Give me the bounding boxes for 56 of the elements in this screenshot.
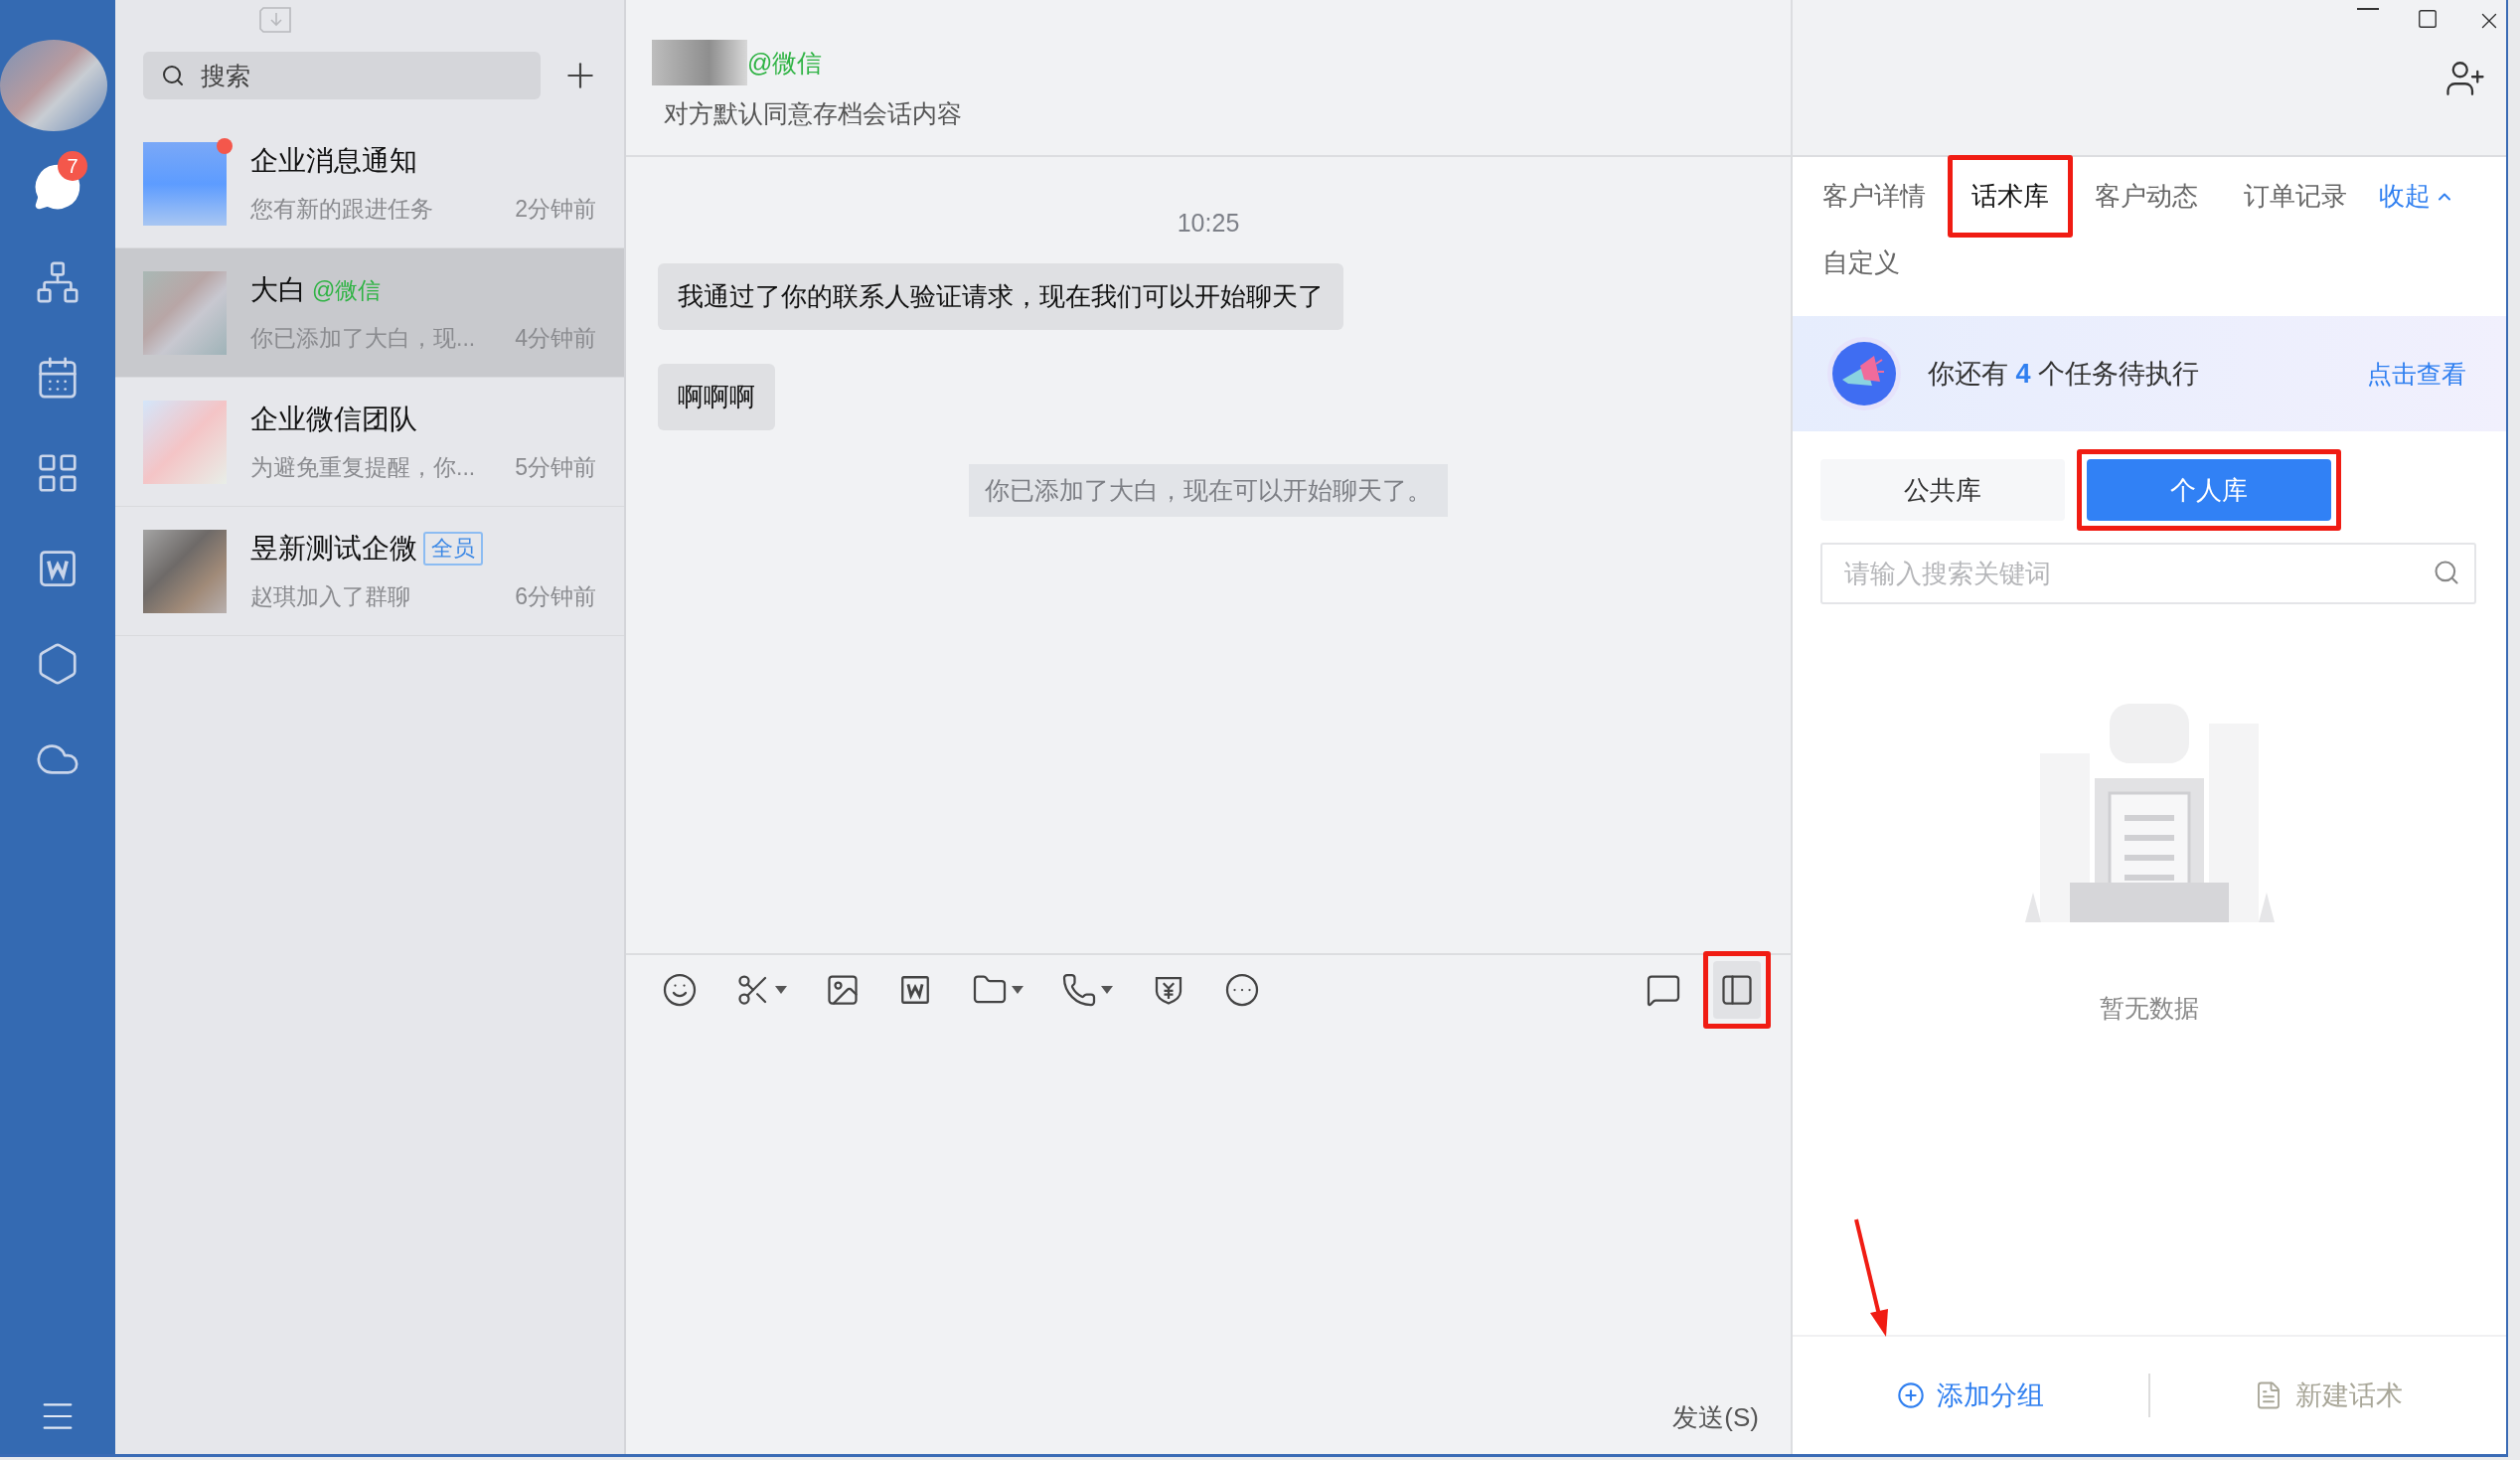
conversation-item[interactable]: 昱新测试企微 全员 赵琪加入了群聊 6分钟前 [115, 507, 624, 636]
chat-subtitle: 对方默认同意存档会话内容 [663, 98, 962, 129]
message-preview: 您有新的跟进任务 [250, 195, 433, 224]
panel-tab[interactable]: 话术库 [1958, 165, 2063, 228]
message-time: 4分钟前 [515, 324, 596, 353]
library-tab[interactable]: 个人库 [2087, 459, 2331, 521]
chat-history-icon [1646, 972, 1681, 1008]
search-field[interactable]: 请输入搜索关键词 [1820, 543, 2476, 604]
message-preview: 你已添加了大白，现... [250, 324, 476, 353]
conversation-item[interactable]: 大白 @微信 你已添加了大白，现... 4分钟前 [115, 248, 624, 378]
library-tab[interactable]: 公共库 [1820, 459, 2065, 521]
more-icon [1224, 972, 1260, 1008]
message-preview: 赵琪加入了群聊 [250, 582, 410, 611]
system-notice: 你已添加了大白，现在可以开始聊天了。 [969, 464, 1448, 517]
task-message: 你还有 4 个任务待执行 [1928, 358, 2201, 391]
minimize-icon [2357, 8, 2379, 10]
external-tag: @微信 [312, 274, 382, 306]
panel-tab[interactable]: 客户动态 [2081, 165, 2212, 228]
empty-state-text: 暂无数据 [2100, 993, 2199, 1024]
search-field[interactable]: 搜索 [143, 52, 541, 99]
panel-tab[interactable]: 自定义 [1809, 232, 1914, 294]
sidebar-nav-button[interactable]: 7 [18, 147, 97, 227]
conversation-name: 企业消息通知 [250, 144, 417, 178]
image-icon [825, 972, 861, 1008]
external-tag: @微信 [747, 46, 823, 80]
message-bubble: 啊啊啊 [658, 364, 775, 430]
phone-icon [1061, 972, 1097, 1008]
message-time: 6分钟前 [515, 582, 596, 611]
send-button[interactable]: 发送(S) [1666, 1399, 1765, 1436]
view-link[interactable]: 点击查看 [2367, 357, 2466, 391]
message-timestamp: 10:25 [1177, 209, 1240, 238]
emoji-icon [662, 972, 698, 1008]
message-preview: 为避免重复提醒，你... [250, 453, 476, 482]
unread-count-badge: 7 [58, 151, 87, 181]
conversation-name: 大白 [250, 273, 306, 307]
conversation-name: 昱新测试企微 [250, 532, 417, 566]
conversation-item[interactable]: 企业微信团队 为避免重复提醒，你... 5分钟前 [115, 378, 624, 507]
panel-tab[interactable]: 订单记录 [2230, 165, 2361, 228]
plus-circle-icon [1897, 1381, 1925, 1409]
panel-tab[interactable]: 客户详情 [1809, 165, 1940, 228]
maximize-icon [2417, 8, 2439, 30]
collapse-link[interactable]: 收起 [2379, 165, 2454, 228]
message-bubble: 我通过了你的联系人验证请求，现在我们可以开始聊天了 [658, 263, 1343, 330]
search-icon [161, 64, 185, 87]
w-document-icon [898, 973, 932, 1007]
message-time: 2分钟前 [515, 195, 596, 224]
conversation-item[interactable]: 企业消息通知 您有新的跟进任务 2分钟前 [115, 119, 624, 248]
message-time: 5分钟前 [515, 453, 596, 482]
footer-action-button[interactable]: 添加分组 [1793, 1377, 2148, 1414]
megaphone-icon [1826, 336, 1902, 411]
org-chart-icon [35, 259, 80, 305]
side-panel-icon [1719, 972, 1755, 1008]
toolbar-button[interactable] [1713, 961, 1761, 1019]
group-tag: 全员 [423, 532, 483, 566]
search-icon [2433, 559, 2460, 586]
conversation-name: 企业微信团队 [250, 403, 417, 436]
